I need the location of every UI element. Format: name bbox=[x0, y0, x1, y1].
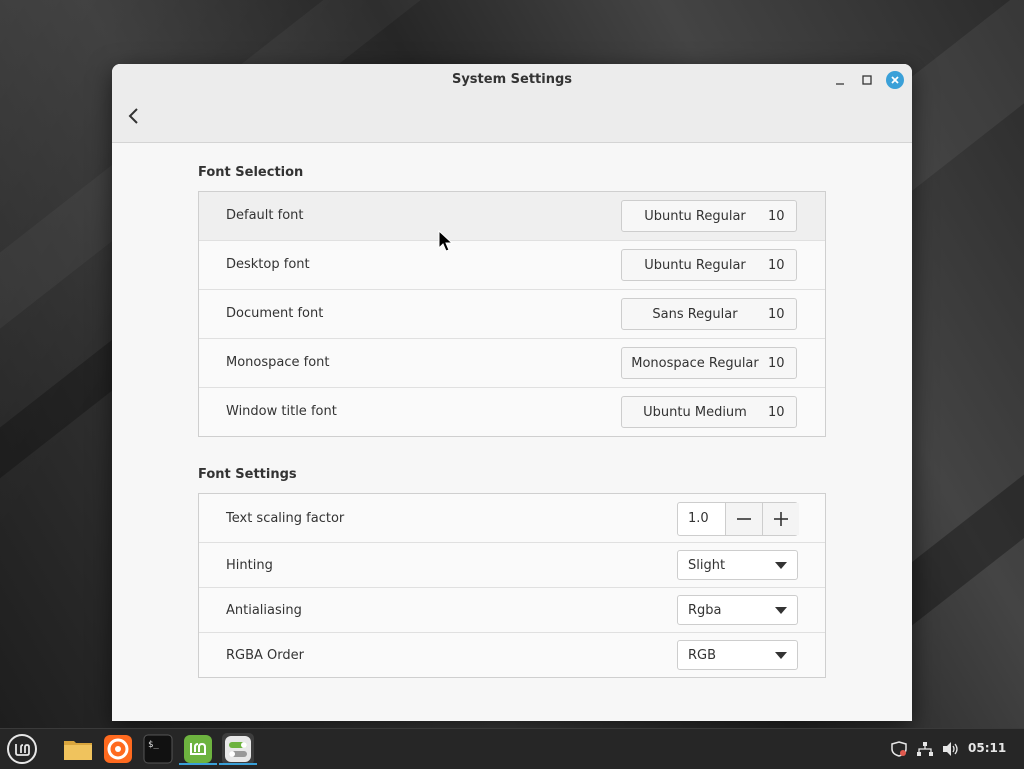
font-row-document: Document font Sans Regular 10 bbox=[199, 290, 825, 339]
back-button[interactable] bbox=[126, 106, 142, 126]
terminal-launcher[interactable]: $_ bbox=[142, 733, 174, 765]
antialiasing-label: Antialiasing bbox=[226, 603, 302, 618]
font-row-window-title: Window title font Ubuntu Medium 10 bbox=[199, 388, 825, 436]
antialiasing-row: Antialiasing Rgba bbox=[199, 588, 825, 633]
minimize-button[interactable] bbox=[832, 72, 848, 88]
hinting-value: Slight bbox=[688, 558, 726, 573]
default-font-button[interactable]: Ubuntu Regular 10 bbox=[621, 200, 797, 232]
close-icon bbox=[891, 76, 899, 84]
taskbar: $_ 05:11 bbox=[0, 728, 1024, 769]
text-scaling-value[interactable]: 1.0 bbox=[688, 511, 709, 526]
plus-icon bbox=[774, 512, 788, 526]
antialiasing-value: Rgba bbox=[688, 603, 722, 618]
font-size: 10 bbox=[768, 209, 785, 224]
dropdown-arrow-icon bbox=[775, 652, 787, 659]
rgba-order-label: RGBA Order bbox=[226, 648, 304, 663]
titlebar[interactable]: System Settings bbox=[112, 64, 912, 143]
svg-text:$_: $_ bbox=[148, 740, 159, 750]
terminal-icon: $_ bbox=[143, 734, 173, 764]
settings-content: Font Selection Default font Ubuntu Regul… bbox=[112, 143, 912, 721]
minus-icon bbox=[737, 518, 751, 520]
system-settings-launcher[interactable] bbox=[219, 733, 257, 765]
window-title-font-button[interactable]: Ubuntu Medium 10 bbox=[621, 396, 797, 428]
active-indicator bbox=[179, 763, 217, 765]
font-size: 10 bbox=[768, 307, 785, 322]
clock[interactable]: 05:11 bbox=[968, 741, 1006, 755]
font-selection-panel: Default font Ubuntu Regular 10 Desktop f… bbox=[198, 191, 826, 437]
desktop-font-button[interactable]: Ubuntu Regular 10 bbox=[621, 249, 797, 281]
volume-icon[interactable] bbox=[942, 741, 960, 757]
hinting-row: Hinting Slight bbox=[199, 543, 825, 588]
section-title-font-settings: Font Settings bbox=[198, 467, 297, 482]
font-size: 10 bbox=[768, 405, 785, 420]
text-scaling-spinbutton[interactable]: 1.0 bbox=[677, 502, 799, 536]
network-icon[interactable] bbox=[916, 741, 934, 757]
rgba-order-dropdown[interactable]: RGB bbox=[677, 640, 798, 670]
mintupdate-icon bbox=[184, 735, 212, 763]
font-row-desktop: Desktop font Ubuntu Regular 10 bbox=[199, 241, 825, 290]
minimize-icon bbox=[836, 83, 844, 85]
font-size: 10 bbox=[768, 356, 785, 371]
hinting-label: Hinting bbox=[226, 558, 273, 573]
section-title-font-selection: Font Selection bbox=[198, 165, 304, 180]
mintupdate-launcher[interactable] bbox=[179, 733, 217, 765]
font-settings-panel: Text scaling factor 1.0 Hinting Slight A… bbox=[198, 493, 826, 678]
maximize-icon bbox=[862, 75, 872, 85]
rgba-order-value: RGB bbox=[688, 648, 717, 663]
mouse-pointer-icon bbox=[438, 230, 454, 252]
antialiasing-dropdown[interactable]: Rgba bbox=[677, 595, 798, 625]
font-row-label: Default font bbox=[226, 208, 304, 223]
increase-button[interactable] bbox=[762, 503, 799, 535]
dropdown-arrow-icon bbox=[775, 607, 787, 614]
system-settings-icon bbox=[225, 736, 251, 762]
mint-menu-button[interactable] bbox=[6, 733, 38, 765]
font-name: Ubuntu Medium bbox=[643, 405, 747, 420]
chevron-left-icon bbox=[128, 108, 138, 124]
font-name: Ubuntu Regular bbox=[644, 258, 746, 273]
font-row-label: Window title font bbox=[226, 404, 337, 419]
dropdown-arrow-icon bbox=[775, 562, 787, 569]
close-button[interactable] bbox=[886, 71, 904, 89]
font-size: 10 bbox=[768, 258, 785, 273]
text-scaling-label: Text scaling factor bbox=[226, 511, 345, 526]
font-row-label: Document font bbox=[226, 306, 324, 321]
hinting-dropdown[interactable]: Slight bbox=[677, 550, 798, 580]
monospace-font-button[interactable]: Monospace Regular 10 bbox=[621, 347, 797, 379]
active-indicator bbox=[219, 763, 257, 765]
font-name: Sans Regular bbox=[652, 307, 738, 322]
shield-icon[interactable] bbox=[890, 741, 908, 757]
decrease-button[interactable] bbox=[725, 503, 762, 535]
maximize-button[interactable] bbox=[859, 72, 875, 88]
font-name: Monospace Regular bbox=[631, 356, 759, 371]
window-title: System Settings bbox=[451, 72, 573, 87]
font-name: Ubuntu Regular bbox=[644, 209, 746, 224]
mint-menu-icon bbox=[7, 734, 37, 764]
font-row-label: Desktop font bbox=[226, 257, 310, 272]
rgba-order-row: RGBA Order RGB bbox=[199, 633, 825, 677]
firefox-icon bbox=[104, 735, 132, 763]
firefox-launcher[interactable] bbox=[102, 733, 134, 765]
text-scaling-row: Text scaling factor 1.0 bbox=[199, 494, 825, 543]
font-row-default: Default font Ubuntu Regular 10 bbox=[199, 192, 825, 241]
system-settings-window: System Settings Font Selection Default f… bbox=[112, 64, 912, 721]
font-row-monospace: Monospace font Monospace Regular 10 bbox=[199, 339, 825, 388]
files-launcher[interactable] bbox=[62, 733, 94, 765]
font-row-label: Monospace font bbox=[226, 355, 330, 370]
folder-icon bbox=[64, 741, 92, 760]
document-font-button[interactable]: Sans Regular 10 bbox=[621, 298, 797, 330]
